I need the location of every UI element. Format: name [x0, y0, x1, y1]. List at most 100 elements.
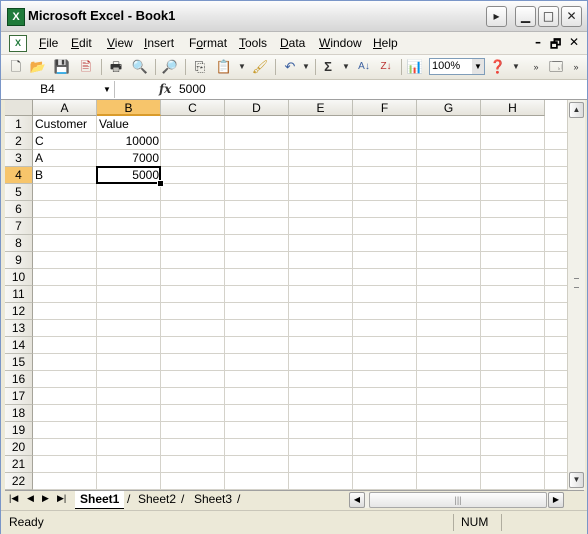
doc-minimize-button[interactable]: – [535, 35, 541, 49]
row-header-7[interactable]: 7 [5, 218, 33, 235]
cell-b3[interactable]: 7000 [97, 150, 161, 167]
row-header-17[interactable]: 17 [5, 388, 33, 405]
row-header-10[interactable]: 10 [5, 269, 33, 286]
autosum-icon[interactable]: Σ [319, 58, 337, 76]
hscroll-thumb[interactable]: ||| [369, 492, 547, 508]
paste-icon[interactable]: 📋 [215, 58, 233, 76]
name-box[interactable]: B4 [3, 81, 115, 98]
menu-window[interactable]: Window [319, 36, 362, 50]
first-sheet-icon[interactable]: |◀ [9, 493, 18, 504]
cell-a3[interactable]: A [33, 150, 97, 167]
formula-input[interactable]: 5000 [179, 81, 206, 98]
open-icon[interactable]: 📂 [29, 58, 47, 76]
fill-handle[interactable] [157, 180, 164, 187]
scroll-thumb[interactable] [574, 278, 579, 288]
horizontal-scrollbar[interactable]: ◀ ||| ▶ [349, 492, 564, 508]
select-all-corner[interactable] [5, 100, 33, 116]
autosum-dropdown-icon[interactable]: ▼ [337, 58, 355, 76]
toolbar-options-icon[interactable]: » [527, 58, 545, 76]
row-header-22[interactable]: 22 [5, 473, 33, 490]
menu-view[interactable]: View [107, 36, 133, 50]
column-header-a[interactable]: A [33, 100, 97, 116]
row-header-15[interactable]: 15 [5, 354, 33, 371]
copy-icon[interactable]: ⎘ [191, 58, 209, 76]
row-header-20[interactable]: 20 [5, 439, 33, 456]
row-header-12[interactable]: 12 [5, 303, 33, 320]
scroll-right-icon[interactable]: ▶ [548, 492, 564, 508]
excel-app-icon[interactable]: X [7, 8, 25, 26]
minimize-button[interactable]: ▁ [515, 6, 536, 27]
scroll-up-icon[interactable]: ▲ [569, 102, 584, 118]
row-header-5[interactable]: 5 [5, 184, 33, 201]
row-header-6[interactable]: 6 [5, 201, 33, 218]
toolbar-options-icon-2[interactable]: » [567, 58, 585, 76]
column-header-d[interactable]: D [225, 100, 289, 116]
help-dropdown-icon[interactable]: ▼ [507, 58, 525, 76]
print-preview-icon[interactable]: 🔍 [131, 58, 149, 76]
menu-help[interactable]: Help [373, 36, 398, 50]
sort-descending-icon[interactable]: Z↓ [377, 58, 395, 76]
insert-function-icon[interactable]: fx [159, 81, 171, 98]
row-header-16[interactable]: 16 [5, 371, 33, 388]
cell-a4[interactable]: B [33, 167, 97, 184]
help-icon[interactable]: ❓ [489, 58, 507, 76]
new-icon[interactable]: 🗋 [7, 58, 25, 76]
save-icon[interactable]: 💾 [53, 58, 71, 76]
chevron-down-icon[interactable]: ▼ [472, 59, 484, 74]
row-header-3[interactable]: 3 [5, 150, 33, 167]
menu-tools[interactable]: Tools [239, 36, 267, 50]
row-header-11[interactable]: 11 [5, 286, 33, 303]
doc-close-button[interactable]: ✕ [569, 35, 579, 49]
column-header-b[interactable]: B [97, 100, 161, 116]
row-header-2[interactable]: 2 [5, 133, 33, 150]
chart-wizard-icon[interactable]: 📊 [406, 58, 424, 76]
row-header-21[interactable]: 21 [5, 456, 33, 473]
next-sheet-icon[interactable]: ▶ [42, 493, 49, 504]
cell-b1[interactable]: Value [97, 116, 161, 133]
menu-format[interactable]: Format [189, 36, 227, 50]
menu-edit[interactable]: Edit [71, 36, 92, 50]
format-painter-icon[interactable]: 🖌 [251, 58, 269, 76]
doc-restore-button[interactable]: 🗗 [550, 35, 561, 56]
column-header-g[interactable]: G [417, 100, 481, 116]
sort-ascending-icon[interactable]: A↓ [355, 58, 373, 76]
column-header-e[interactable]: E [289, 100, 353, 116]
prev-sheet-icon[interactable]: ◀ [27, 493, 34, 504]
sheet-tab-sheet2[interactable]: Sheet2 [133, 491, 181, 508]
formatting-toolbar-icon[interactable]: 🗔 [547, 58, 565, 76]
column-header-h[interactable]: H [481, 100, 545, 116]
close-button[interactable]: ✕ [561, 6, 582, 27]
title-bar[interactable]: X Microsoft Excel - Book1 ▸ ▁ □ ✕ [1, 1, 587, 32]
cell-b2[interactable]: 10000 [97, 133, 161, 150]
workbook-icon[interactable]: X [9, 35, 27, 52]
cell-a2[interactable]: C [33, 133, 97, 150]
menu-file[interactable]: File [39, 36, 58, 50]
print-icon[interactable]: 🖶 [107, 58, 125, 76]
zoom-select[interactable]: 100% ▼ [429, 58, 485, 75]
last-sheet-icon[interactable]: ▶| [57, 493, 66, 504]
menu-data[interactable]: Data [280, 36, 305, 50]
scroll-down-icon[interactable]: ▼ [569, 472, 584, 488]
help-arrow-button[interactable]: ▸ [486, 6, 507, 27]
chevron-down-icon[interactable]: ▼ [101, 81, 113, 98]
paste-dropdown-icon[interactable]: ▼ [233, 58, 251, 76]
permission-icon[interactable]: 🖹 [77, 58, 95, 76]
maximize-button[interactable]: □ [538, 6, 559, 27]
sheet-tab-sheet1[interactable]: Sheet1 [75, 491, 125, 509]
column-header-f[interactable]: F [353, 100, 417, 116]
scroll-left-icon[interactable]: ◀ [349, 492, 365, 508]
row-header-8[interactable]: 8 [5, 235, 33, 252]
row-header-1[interactable]: 1 [5, 116, 33, 133]
vertical-scrollbar[interactable]: ▲ ▼ [567, 100, 585, 490]
row-header-4[interactable]: 4 [5, 167, 33, 184]
row-header-14[interactable]: 14 [5, 337, 33, 354]
column-header-c[interactable]: C [161, 100, 225, 116]
undo-dropdown-icon[interactable]: ▼ [297, 58, 315, 76]
sheet-tab-sheet3[interactable]: Sheet3 [189, 491, 237, 508]
row-header-19[interactable]: 19 [5, 422, 33, 439]
research-icon[interactable]: 🔎 [161, 58, 179, 76]
menu-insert[interactable]: Insert [144, 36, 174, 50]
cell-a1[interactable]: Customer [33, 116, 97, 133]
row-header-13[interactable]: 13 [5, 320, 33, 337]
worksheet-grid[interactable]: A B C D E F G H 1 2 3 4 5 6 7 8 9 10 11 12 13 14 15 16 17 18 19 20 2… [5, 100, 567, 490]
